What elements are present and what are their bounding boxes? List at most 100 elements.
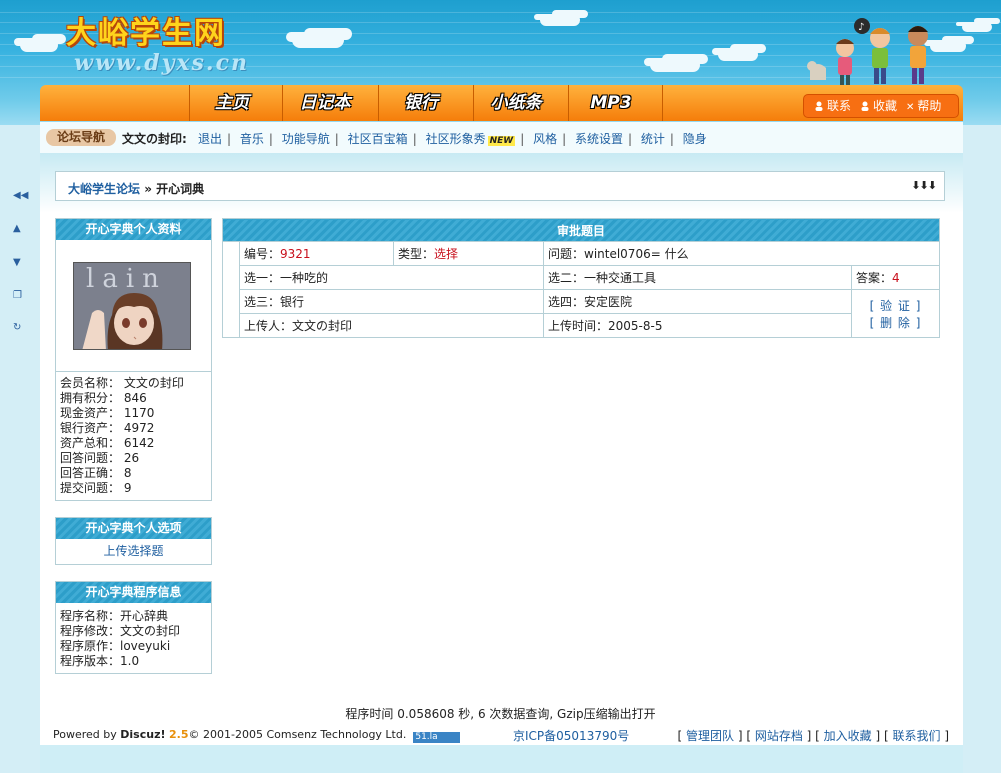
help-label: 帮助 — [917, 99, 942, 113]
profile-divider — [56, 371, 211, 372]
profile-username: 会员名称： 文文の封印 — [60, 376, 184, 390]
scroll-up-icon[interactable]: ▲ — [13, 223, 21, 234]
uploader: 上传人：文文の封印 — [239, 313, 544, 338]
cloud-decoration — [540, 14, 580, 26]
profile-cash: 现金资产： 1170 — [60, 406, 155, 420]
breadcrumb-separator: » — [140, 182, 157, 196]
option-four: 选四：安定医院 — [543, 289, 852, 314]
kids-illustration: ♪ — [807, 18, 928, 85]
avatar: lain — [73, 262, 191, 350]
options-panel-title: 开心字典个人选项 — [56, 518, 211, 539]
delete-button[interactable]: [ 删 除 ] — [856, 314, 935, 331]
bottom-band — [40, 745, 963, 773]
footer-archive[interactable]: 网站存档 — [755, 729, 803, 743]
subnav-toolbox[interactable]: 社区百宝箱 — [348, 132, 408, 146]
favorite-label: 收藏 — [873, 99, 898, 113]
profile-bank: 银行资产： 4972 — [60, 421, 155, 435]
breadcrumb: 大峪学生论坛 » 开心词典 ⬇⬇⬇ — [55, 171, 945, 201]
subnav-settings[interactable]: 系统设置 — [575, 132, 623, 146]
profile-submitted: 提交问题： 9 — [60, 481, 132, 495]
site-logo-url: www.dyxs.cn — [74, 50, 249, 76]
person-icon — [861, 101, 869, 111]
question-type: 选择 — [434, 247, 459, 261]
actions-cell: [ 验 证 ] [ 删 除 ] — [850, 289, 941, 338]
avatar-image: lain — [74, 263, 190, 349]
refresh-icon[interactable]: ↻ — [13, 322, 21, 333]
program-modifier: 程序修改：文文の封印 — [60, 624, 181, 638]
row-gutter — [222, 241, 240, 338]
program-info-title: 开心字典程序信息 — [56, 582, 211, 603]
subnav-image-show[interactable]: 社区形象秀 — [426, 132, 486, 146]
avatar-lettering: lain — [86, 264, 167, 294]
cloud-decoration — [650, 58, 700, 72]
subnav-logout[interactable]: 退出 — [198, 132, 222, 146]
copyright: © 2001-2005 Comsenz Technology Ltd. — [188, 728, 407, 741]
breadcrumb-current: 开心词典 — [156, 182, 205, 196]
option-three: 选三：银行 — [239, 289, 544, 314]
top-links: 联系 收藏 ✕ 帮助 — [803, 94, 959, 118]
discuz-link[interactable]: Discuz! — [120, 728, 165, 741]
footer-admin-team[interactable]: 管理团队 — [686, 729, 734, 743]
new-badge: NEW — [487, 136, 516, 146]
forum-nav-tag: 论坛导航 — [46, 129, 116, 146]
nav-diary[interactable]: 日记本 — [285, 90, 365, 116]
program-info-panel: 开心字典程序信息 程序名称：开心辞典 程序修改：文文の封印 程序原作：lovey… — [55, 581, 212, 674]
breadcrumb-forum[interactable]: 大峪学生论坛 — [68, 182, 140, 196]
cloud-decoration — [292, 32, 344, 48]
icp-link[interactable]: 京ICP备05013790号 — [513, 727, 629, 744]
program-name: 程序名称：开心辞典 — [60, 609, 169, 623]
contact-link[interactable]: 联系 — [814, 95, 851, 117]
person-icon — [815, 101, 823, 111]
option-one: 选一：一种吃的 — [239, 265, 544, 290]
program-version: 程序版本：1.0 — [60, 654, 140, 668]
answer-value: 4 — [892, 271, 900, 285]
question-id-cell: 编号：9321 — [239, 241, 394, 266]
program-author: 程序原作：loveyuki — [60, 639, 171, 653]
subnav-music[interactable]: 音乐 — [240, 132, 264, 146]
subnav-stats[interactable]: 统计 — [641, 132, 665, 146]
nav-notes[interactable]: 小纸条 — [476, 90, 556, 116]
scroll-down-icon[interactable]: ▼ — [13, 257, 21, 268]
approval-table: 审批题目 编号：9321 类型：选择 问题：wintel0706= 什么 选一：… — [221, 218, 941, 338]
help-link[interactable]: ✕ 帮助 — [906, 95, 941, 119]
nav-bank[interactable]: 银行 — [381, 90, 461, 116]
stats-badge[interactable]: 51.la — [413, 732, 461, 743]
close-icon: ✕ — [906, 102, 915, 113]
option-two: 选二：一种交通工具 — [543, 265, 852, 290]
profile-stats: 会员名称： 文文の封印 拥有积分： 846 现金资产： 1170 银行资产： 4… — [56, 376, 211, 496]
verify-button[interactable]: [ 验 证 ] — [856, 297, 935, 314]
processing-time: 程序时间 0.058608 秒, 6 次数据查询, Gzip压缩输出打开 — [345, 707, 656, 721]
options-panel: 开心字典个人选项 上传选择题 — [55, 517, 212, 565]
question-text: 问题：wintel0706= 什么 — [542, 241, 941, 266]
footer-add-favorite[interactable]: 加入收藏 — [824, 729, 872, 743]
cloud-decoration — [718, 48, 758, 61]
contact-label: 联系 — [827, 99, 852, 113]
window-icon[interactable]: ❐ — [13, 290, 22, 301]
question-id-label: 编号： — [244, 247, 281, 261]
favorite-link[interactable]: 收藏 — [860, 95, 897, 117]
upload-question-link[interactable]: 上传选择题 — [56, 539, 211, 563]
powered-by-label: Powered by — [53, 728, 121, 741]
upload-time: 上传时间：2005-8-5 — [543, 313, 852, 338]
powered-by: Powered by Discuz! 2.5© 2001-2005 Comsen… — [53, 728, 461, 743]
footer-contact[interactable]: 联系我们 — [892, 729, 940, 743]
answer-label: 答案： — [856, 271, 893, 285]
jump-arrows-icon[interactable]: ⬇⬇⬇ — [911, 179, 937, 192]
site-logo-title[interactable]: 大峪学生网 — [66, 8, 226, 52]
question-type-label: 类型： — [398, 247, 435, 261]
profile-correct: 回答正确： 8 — [60, 466, 132, 480]
subnav-feature-nav[interactable]: 功能导航 — [282, 132, 330, 146]
subnav-invisible[interactable]: 隐身 — [683, 132, 707, 146]
rewind-icon[interactable]: ◀◀ — [13, 190, 28, 201]
subnav-style[interactable]: 风格 — [533, 132, 557, 146]
question-id: 9321 — [280, 247, 311, 261]
question-type-cell: 类型：选择 — [393, 241, 544, 266]
answer-cell: 答案：4 — [850, 265, 941, 290]
nav-mp3[interactable]: MP3 — [571, 90, 651, 116]
profile-answered: 回答问题： 26 — [60, 451, 140, 465]
svg-text:♪: ♪ — [858, 22, 864, 33]
footer-links: [ 管理团队 ] [ 网站存档 ] [ 加入收藏 ] [ 联系我们 ] — [677, 729, 950, 743]
nav-home[interactable]: 主页 — [192, 90, 272, 116]
breadcrumb-trail: 大峪学生论坛 » 开心词典 — [68, 180, 204, 197]
profile-total-assets: 资产总和： 6142 — [60, 436, 155, 450]
